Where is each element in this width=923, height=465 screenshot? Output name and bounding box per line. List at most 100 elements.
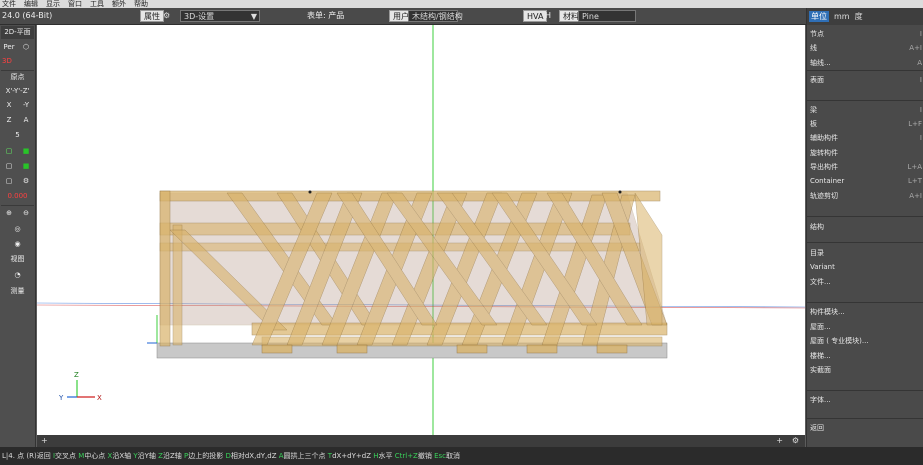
unit-tab[interactable]: 单位 <box>809 11 829 22</box>
z-button[interactable]: Z <box>1 114 17 127</box>
toolbar: 24.0 (64-Bit) 属性 ⚙ 3D-设置 ▼ 表单: 产品 用户 木结构/… <box>0 8 923 25</box>
divider <box>807 390 923 391</box>
command-item[interactable]: 轴线... A <box>807 56 923 70</box>
left-post <box>159 190 171 347</box>
left-post-2 <box>172 224 183 346</box>
unit-header: 单位 mm 度 <box>807 8 923 25</box>
cube-view-2-icon[interactable]: ▢ <box>1 175 17 188</box>
command-item[interactable]: Variant <box>807 260 923 274</box>
bottom-beam <box>251 322 668 336</box>
divider <box>807 70 923 71</box>
hint-text: 沿X轴 <box>112 452 132 460</box>
gear-settings-icon[interactable]: ⚙ <box>18 175 34 188</box>
plan-2d-button[interactable]: 2D-平面 <box>1 26 34 39</box>
rotate-icon[interactable]: ◎ <box>1 223 34 236</box>
command-item[interactable]: Container L+T <box>807 174 923 188</box>
view-3d-label[interactable]: 3D <box>1 55 34 68</box>
h-label: H <box>545 11 552 20</box>
command-item[interactable]: 返回 <box>807 421 923 435</box>
node-point[interactable] <box>308 190 312 194</box>
hint-key: Ctrl+Z <box>394 452 418 460</box>
five-button[interactable]: 5 <box>1 129 34 142</box>
add-tab-button[interactable]: + <box>41 435 48 447</box>
command-item[interactable]: 梁I <box>807 103 923 117</box>
unit-deg[interactable]: 度 <box>855 11 863 22</box>
a-button[interactable]: A <box>18 114 34 127</box>
command-shortcut: A <box>917 59 922 67</box>
status-prefix: L|4. 点 (R)返回 <box>2 452 51 460</box>
command-item[interactable]: 文件... <box>807 275 923 289</box>
target-icon[interactable]: ◉ <box>1 238 34 251</box>
view-select[interactable]: 3D-设置 ▼ <box>180 10 260 22</box>
cube-view-icon[interactable]: ⬡ <box>18 41 34 54</box>
tab-row: + + ⚙ <box>37 435 805 447</box>
3d-viewport[interactable]: Z X Y <box>36 25 806 435</box>
command-item[interactable]: 轨迹剪切 A+I <box>807 189 923 203</box>
hint-key: Esc <box>434 452 447 460</box>
hva-button[interactable]: HVA <box>523 10 548 22</box>
command-item[interactable]: 表面 I <box>807 73 923 87</box>
hint-text: 中心点 <box>84 452 106 460</box>
command-item[interactable]: 屋面... <box>807 320 923 334</box>
command-item[interactable]: 目录 <box>807 246 923 260</box>
structure-field[interactable]: 木结构/钢结构 <box>408 10 463 22</box>
model-drawing: Z X Y <box>36 25 806 435</box>
hint-text: 圆拱上三个点 <box>283 452 326 460</box>
zoom-in-icon[interactable]: ⊕ <box>1 207 17 220</box>
solid-cube-icon[interactable]: ■ <box>18 145 34 158</box>
command-item[interactable]: 板 L+F <box>807 117 923 131</box>
neg-y-button[interactable]: -Y <box>18 99 34 112</box>
hint-text: 沿Y轴 <box>137 452 156 460</box>
cube-outline-icon[interactable]: ▢ <box>1 160 17 173</box>
command-item[interactable]: 线 A+I <box>807 41 923 55</box>
command-item[interactable]: 构件模块... <box>807 305 923 319</box>
command-item[interactable]: 楼梯... <box>807 349 923 363</box>
command-shortcut: A+I <box>909 192 922 200</box>
hint-text: 沿Z轴 <box>162 452 182 460</box>
x-button[interactable]: X <box>1 99 17 112</box>
menu-item[interactable]: 文件 <box>2 0 16 8</box>
command-item[interactable]: 导出构件 L+A <box>807 160 923 174</box>
command-shortcut: L+A <box>907 163 922 171</box>
command-shortcut: L+F <box>908 120 922 128</box>
command-item[interactable]: 屋面 ( 专业模块)... <box>807 334 923 348</box>
command-item[interactable]: 节点 I <box>807 27 923 41</box>
xyz-button[interactable]: X'-Y'-Z' <box>1 85 34 98</box>
command-shortcut: L+T <box>907 177 922 185</box>
menu-item[interactable]: 帮助 <box>134 0 148 8</box>
menu-item[interactable]: 显示 <box>46 0 60 8</box>
solid-cube-green-icon[interactable]: ■ <box>18 160 34 173</box>
view-select-value: 3D-设置 <box>184 12 215 21</box>
gear-icon[interactable]: ⚙ <box>163 10 170 22</box>
tab-settings-icon[interactable]: ⚙ <box>792 435 799 447</box>
command-item[interactable]: 辅助构件 I <box>807 131 923 145</box>
unit-mm[interactable]: mm <box>834 12 850 21</box>
measure-button[interactable]: 测量 <box>1 285 34 298</box>
chevron-down-icon: ▼ <box>250 12 257 21</box>
command-item[interactable]: 旋转构件 <box>807 146 923 160</box>
menu-bar: 文件 编辑 显示 窗口 工具 额外 帮助 <box>0 0 923 8</box>
zoom-out-icon[interactable]: ⊖ <box>18 207 34 220</box>
left-toolbar: 2D-平面 Per ⬡ 3D 原点 X'-Y'-Z' X -Y Z A 5 ▢ … <box>0 25 36 447</box>
command-item[interactable]: 实截面 <box>807 363 923 377</box>
menu-item[interactable]: 窗口 <box>68 0 82 8</box>
menu-item[interactable]: 工具 <box>90 0 104 8</box>
version-label: 24.0 (64-Bit) <box>2 11 53 20</box>
divider <box>807 100 923 101</box>
material-field[interactable]: Pine <box>578 10 636 22</box>
perspective-button[interactable]: Per <box>1 41 17 54</box>
divider <box>1 205 34 206</box>
command-item[interactable]: 结构 <box>807 220 923 234</box>
view-button[interactable]: 视图 <box>1 253 34 266</box>
properties-button[interactable]: 属性 <box>140 10 164 22</box>
wire-cube-icon[interactable]: ▢ <box>1 145 17 158</box>
menu-item[interactable]: 编辑 <box>24 0 38 8</box>
origin-button[interactable]: 原点 <box>1 71 34 84</box>
node-point[interactable] <box>618 190 622 194</box>
add-tab-right-button[interactable]: + <box>776 435 783 447</box>
dial-icon[interactable]: ◔ <box>1 269 34 282</box>
command-label: 结构 <box>810 223 824 231</box>
menu-item[interactable]: 额外 <box>112 0 126 8</box>
command-label: 辅助构件 <box>810 134 838 142</box>
command-item[interactable]: 字体... <box>807 393 923 407</box>
